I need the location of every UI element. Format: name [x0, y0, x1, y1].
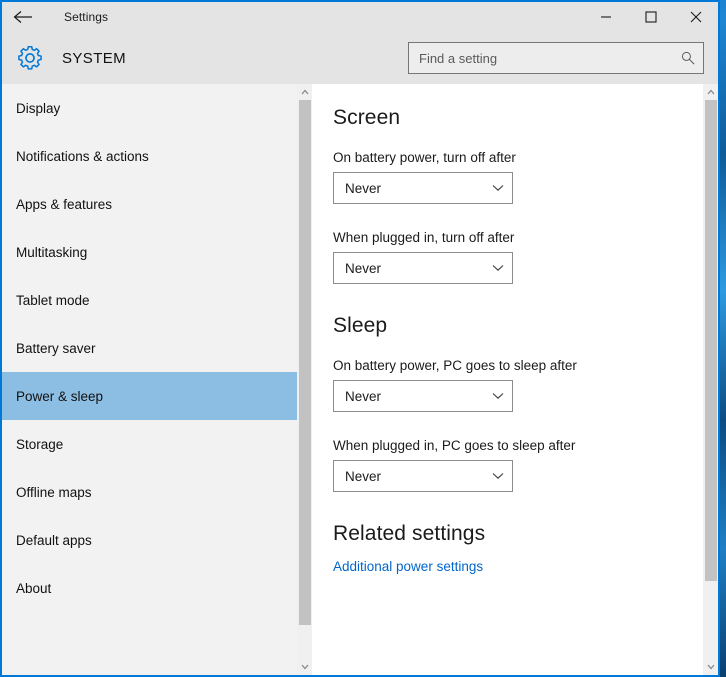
- sidebar-item-label: Multitasking: [16, 245, 87, 260]
- settings-window: Settings: [0, 0, 720, 677]
- sidebar-item-label: Display: [16, 101, 60, 116]
- main-scroll-up-button[interactable]: [703, 84, 718, 100]
- chevron-down-icon: [707, 664, 715, 670]
- window-controls: [583, 2, 718, 32]
- minimize-button[interactable]: [583, 2, 628, 32]
- search-input[interactable]: [419, 51, 681, 66]
- sidebar-item-battery-saver[interactable]: Battery saver: [2, 324, 312, 372]
- sidebar-scroll-track[interactable]: [297, 100, 312, 659]
- maximize-button[interactable]: [628, 2, 673, 32]
- sidebar-item-label: Offline maps: [16, 485, 92, 500]
- sidebar: Display Notifications & actions Apps & f…: [2, 84, 312, 675]
- sidebar-item-default-apps[interactable]: Default apps: [2, 516, 312, 564]
- dropdown-screen-battery[interactable]: Never: [333, 172, 513, 204]
- main-scroll-thumb[interactable]: [705, 100, 717, 581]
- window-body: Display Notifications & actions Apps & f…: [2, 84, 718, 675]
- chevron-up-icon: [301, 89, 309, 95]
- sidebar-item-notifications-actions[interactable]: Notifications & actions: [2, 132, 312, 180]
- system-icon-wrap: [6, 45, 54, 71]
- dropdown-value: Never: [345, 389, 492, 404]
- main-scrollbar[interactable]: [703, 84, 718, 675]
- sidebar-item-tablet-mode[interactable]: Tablet mode: [2, 276, 312, 324]
- sidebar-item-multitasking[interactable]: Multitasking: [2, 228, 312, 276]
- chevron-up-icon: [707, 89, 715, 95]
- close-icon: [690, 11, 702, 23]
- gear-icon: [17, 45, 43, 71]
- dropdown-value: Never: [345, 261, 492, 276]
- sidebar-item-label: Power & sleep: [16, 389, 103, 404]
- page-title: SYSTEM: [62, 50, 126, 67]
- chevron-down-icon: [492, 184, 504, 192]
- sidebar-scroll-up-button[interactable]: [297, 84, 312, 100]
- label-sleep-battery: On battery power, PC goes to sleep after: [333, 358, 703, 373]
- dropdown-screen-plugged[interactable]: Never: [333, 252, 513, 284]
- window-title: Settings: [64, 10, 108, 24]
- sidebar-item-label: Tablet mode: [16, 293, 90, 308]
- section-heading-screen: Screen: [333, 106, 703, 130]
- dropdown-sleep-battery[interactable]: Never: [333, 380, 513, 412]
- maximize-icon: [645, 11, 657, 23]
- close-button[interactable]: [673, 2, 718, 32]
- chevron-down-icon: [492, 472, 504, 480]
- chevron-down-icon: [492, 264, 504, 272]
- back-button[interactable]: [2, 2, 44, 32]
- section-heading-sleep: Sleep: [333, 314, 703, 338]
- search-icon[interactable]: [681, 51, 695, 65]
- main-content-wrap: Screen On battery power, turn off after …: [312, 84, 718, 675]
- link-additional-power-settings[interactable]: Additional power settings: [333, 559, 483, 574]
- label-screen-plugged: When plugged in, turn off after: [333, 230, 703, 245]
- sidebar-item-label: Storage: [16, 437, 63, 452]
- main-scroll-track[interactable]: [703, 100, 718, 659]
- section-heading-related-settings: Related settings: [333, 522, 703, 546]
- sidebar-item-storage[interactable]: Storage: [2, 420, 312, 468]
- page-header: SYSTEM: [2, 32, 718, 84]
- label-screen-battery: On battery power, turn off after: [333, 150, 703, 165]
- dropdown-sleep-plugged[interactable]: Never: [333, 460, 513, 492]
- sidebar-item-display[interactable]: Display: [2, 84, 312, 132]
- sidebar-scroll-down-button[interactable]: [297, 659, 312, 675]
- label-sleep-plugged: When plugged in, PC goes to sleep after: [333, 438, 703, 453]
- sidebar-item-label: Battery saver: [16, 341, 96, 356]
- sidebar-item-offline-maps[interactable]: Offline maps: [2, 468, 312, 516]
- sidebar-scrollbar[interactable]: [297, 84, 312, 675]
- main-content: Screen On battery power, turn off after …: [312, 84, 703, 675]
- sidebar-item-about[interactable]: About: [2, 564, 312, 612]
- chevron-down-icon: [301, 664, 309, 670]
- main-scroll-down-button[interactable]: [703, 659, 718, 675]
- sidebar-scroll-thumb[interactable]: [299, 100, 311, 625]
- sidebar-item-label: About: [16, 581, 51, 596]
- sidebar-item-power-sleep[interactable]: Power & sleep: [2, 372, 312, 420]
- sidebar-item-label: Notifications & actions: [16, 149, 149, 164]
- back-arrow-icon: [13, 10, 33, 24]
- minimize-icon: [600, 11, 612, 23]
- sidebar-item-label: Apps & features: [16, 197, 112, 212]
- sidebar-item-apps-features[interactable]: Apps & features: [2, 180, 312, 228]
- search-box[interactable]: [408, 42, 704, 74]
- dropdown-value: Never: [345, 181, 492, 196]
- dropdown-value: Never: [345, 469, 492, 484]
- chevron-down-icon: [492, 392, 504, 400]
- title-bar: Settings: [2, 2, 718, 32]
- sidebar-item-label: Default apps: [16, 533, 92, 548]
